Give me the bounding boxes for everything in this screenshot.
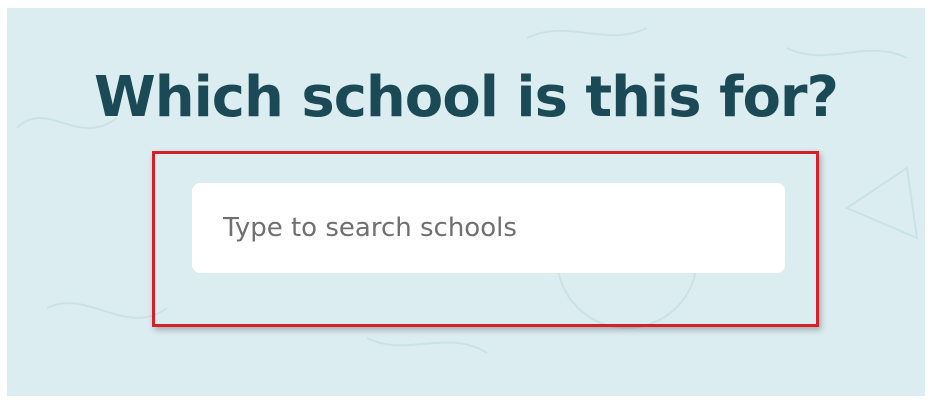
school-search-input[interactable] <box>192 183 785 273</box>
page-title: Which school is this for? <box>93 65 839 130</box>
page-root: Which school is this for? <box>0 0 935 404</box>
school-select-panel: Which school is this for? <box>7 8 925 396</box>
